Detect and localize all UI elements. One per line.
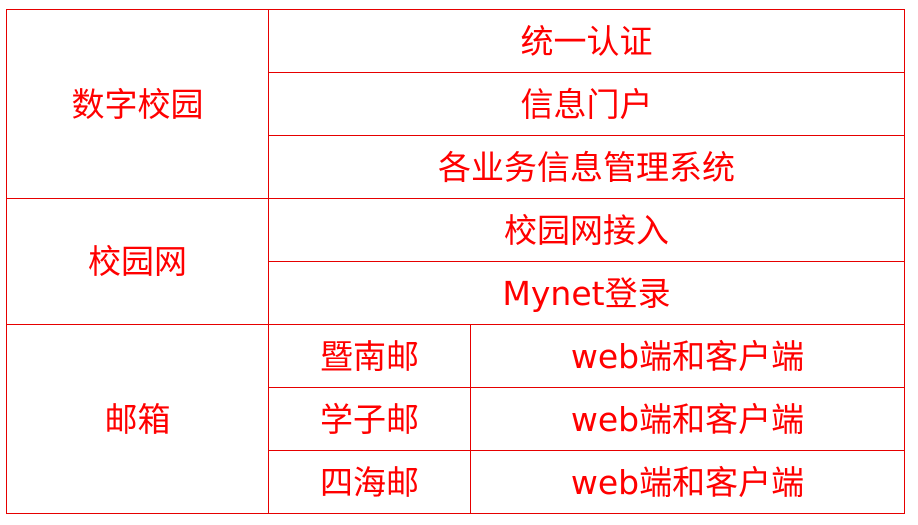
mail-access-jinan: web端和客户端 — [470, 324, 905, 388]
mail-name-jinan: 暨南邮 — [268, 324, 471, 388]
mail-access-student: web端和客户端 — [470, 387, 905, 451]
item-info-portal: 信息门户 — [268, 72, 905, 136]
category-campus-network: 校园网 — [6, 198, 269, 325]
category-digital-campus: 数字校园 — [6, 9, 269, 199]
category-mailbox: 邮箱 — [6, 324, 269, 514]
item-unified-auth: 统一认证 — [268, 9, 905, 73]
service-table: 数字校园 统一认证 信息门户 各业务信息管理系统 校园网 校园网接入 Mynet… — [6, 9, 905, 514]
table-row: 校园网 校园网接入 — [6, 198, 905, 325]
mail-name-student: 学子邮 — [268, 387, 471, 451]
table-row: 邮箱 暨南邮 web端和客户端 — [6, 324, 905, 514]
item-mynet-login: Mynet登录 — [268, 261, 905, 325]
item-network-access: 校园网接入 — [268, 198, 905, 262]
mail-name-sihai: 四海邮 — [268, 450, 471, 514]
item-business-systems: 各业务信息管理系统 — [268, 135, 905, 199]
mail-access-sihai: web端和客户端 — [470, 450, 905, 514]
table-row: 数字校园 统一认证 — [6, 9, 905, 199]
